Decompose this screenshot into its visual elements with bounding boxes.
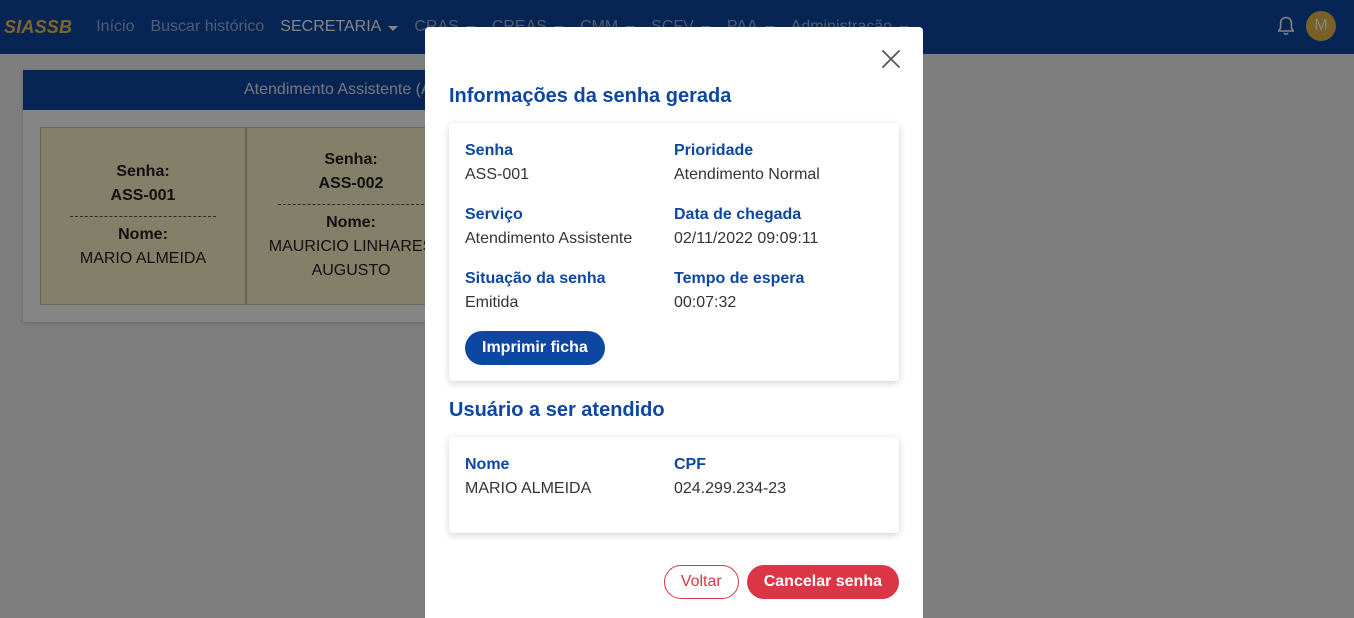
field-situacao: Situação da senha Emitida <box>465 269 606 313</box>
field-value: 024.299.234-23 <box>674 480 787 497</box>
user-info-card: Nome MARIO ALMEIDA CPF 024.299.234-23 <box>449 437 899 533</box>
field-prioridade: Prioridade Atendimento Normal <box>674 141 820 185</box>
field-label: Nome <box>465 456 510 473</box>
field-value: Atendimento Assistente <box>465 230 633 247</box>
field-tempo-espera: Tempo de espera 00:07:32 <box>674 269 804 313</box>
cancel-ticket-button[interactable]: Cancelar senha <box>746 565 899 599</box>
field-label: Serviço <box>465 206 523 223</box>
modal-footer: Voltar Cancelar senha <box>663 565 899 599</box>
user-section-title: Usuário a ser atendido <box>449 399 665 421</box>
print-ticket-button[interactable]: Imprimir ficha <box>465 331 605 365</box>
field-label: Prioridade <box>674 142 754 159</box>
field-label: Tempo de espera <box>674 270 805 287</box>
back-button[interactable]: Voltar <box>663 565 739 599</box>
field-value: Atendimento Normal <box>674 166 820 183</box>
ticket-info-card: Senha ASS-001 Prioridade Atendimento Nor… <box>449 123 899 381</box>
field-value: 00:07:32 <box>674 294 737 311</box>
field-nome: Nome MARIO ALMEIDA <box>465 455 591 499</box>
modal-title: Informações da senha gerada <box>449 85 732 107</box>
field-label: Data de chegada <box>674 206 802 223</box>
field-value: ASS-001 <box>465 166 530 183</box>
field-value: Emitida <box>465 294 519 311</box>
ticket-info-modal: Informações da senha gerada Senha ASS-00… <box>425 27 923 618</box>
field-value: 02/11/2022 09:09:11 <box>674 230 819 247</box>
field-label: CPF <box>674 456 706 473</box>
close-icon[interactable] <box>881 49 901 69</box>
field-label: Senha <box>465 142 514 159</box>
field-cpf: CPF 024.299.234-23 <box>674 455 786 499</box>
field-servico: Serviço Atendimento Assistente <box>465 205 632 249</box>
field-senha: Senha ASS-001 <box>465 141 529 185</box>
field-data-chegada: Data de chegada 02/11/2022 09:09:11 <box>674 205 818 249</box>
field-value: MARIO ALMEIDA <box>465 480 592 497</box>
field-label: Situação da senha <box>465 270 606 287</box>
